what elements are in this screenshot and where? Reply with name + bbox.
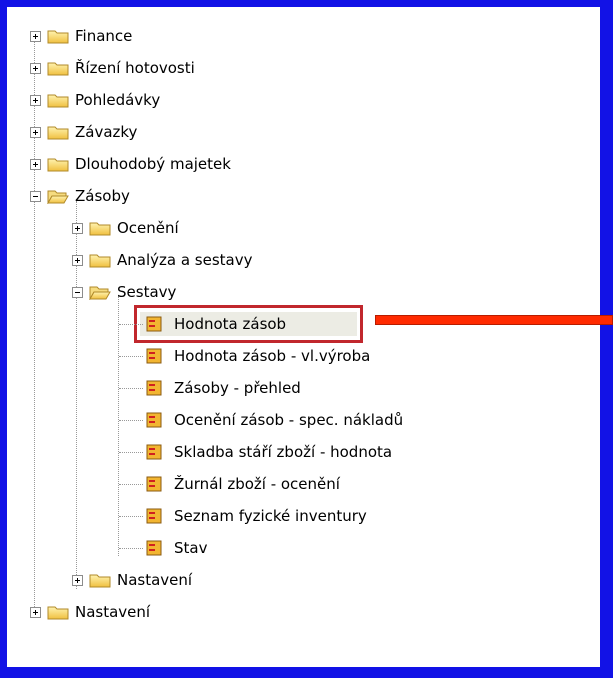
- tree-item-oceneni-zasob-spec-nakladu[interactable]: Ocenění zásob - spec. nákladů: [146, 409, 403, 431]
- folder-closed-icon: [47, 30, 69, 44]
- tree-item-label: Sestavy: [117, 283, 177, 301]
- folder-closed-icon: [89, 222, 111, 236]
- report-icon: [146, 508, 162, 524]
- tree-item-nastaveni[interactable]: Nastavení: [30, 601, 150, 623]
- tree-connector: [119, 548, 143, 549]
- tree-item-label: Dlouhodobý majetek: [75, 155, 231, 173]
- report-icon: [146, 348, 162, 364]
- tree-item-zasoby[interactable]: Zásoby: [30, 185, 130, 207]
- tree-item-label: Seznam fyzické inventury: [174, 507, 367, 525]
- report-icon: [146, 412, 162, 428]
- tree-item-label: Řízení hotovosti: [75, 59, 195, 77]
- tree-item-label: Nastavení: [75, 603, 151, 621]
- folder-closed-icon: [47, 158, 69, 172]
- tree-connector: [119, 420, 143, 421]
- expand-plus-icon[interactable]: [30, 94, 41, 106]
- expand-plus-icon[interactable]: [30, 126, 41, 138]
- tree-item-label: Zásoby: [75, 187, 130, 205]
- tree-connector: [119, 484, 143, 485]
- report-icon: [146, 476, 162, 492]
- tree-item-label: Závazky: [75, 123, 138, 141]
- tree-item-zavazky[interactable]: Závazky: [30, 121, 137, 143]
- folder-open-icon: [89, 286, 111, 300]
- tree-item-stav[interactable]: Stav: [146, 537, 207, 559]
- tree-connector: [119, 452, 143, 453]
- tree-item-dlouhodoby-majetek[interactable]: Dlouhodobý majetek: [30, 153, 231, 175]
- tree-item-rizeni-hotovosti[interactable]: Řízení hotovosti: [30, 57, 195, 79]
- tree-item-label: Ocenění zásob - spec. nákladů: [174, 411, 404, 429]
- tree-item-zasoby-prehled[interactable]: Zásoby - přehled: [146, 377, 301, 399]
- tree-connector: [118, 296, 119, 556]
- tree-item-skladba-stari-zbozi-hodnota[interactable]: Skladba stáří zboží - hodnota: [146, 441, 392, 463]
- expand-plus-icon[interactable]: [30, 606, 41, 618]
- tree-item-oceneni[interactable]: Ocenění: [72, 217, 179, 239]
- tree-item-seznam-fyzicke-inventury[interactable]: Seznam fyzické inventury: [146, 505, 367, 527]
- tree-item-label: Hodnota zásob: [174, 315, 287, 333]
- folder-closed-icon: [47, 126, 69, 140]
- tree-item-label: Stav: [174, 539, 208, 557]
- expand-plus-icon[interactable]: [72, 222, 83, 234]
- tree-connector: [119, 516, 143, 517]
- folder-closed-icon: [47, 62, 69, 76]
- tree-item-hodnota-zasob-vl-vyroba[interactable]: Hodnota zásob - vl.výroba: [146, 345, 370, 367]
- tree-item-label: Finance: [75, 27, 133, 45]
- menu-tree: Finance Řízení hotovosti Pohledávky Záva…: [7, 7, 600, 667]
- tree-connector: [119, 388, 143, 389]
- expand-plus-icon[interactable]: [30, 62, 41, 74]
- tree-item-label: Analýza a sestavy: [117, 251, 253, 269]
- tree-item-label: Nastavení: [117, 571, 193, 589]
- expand-plus-icon[interactable]: [72, 574, 83, 586]
- tree-item-label: Žurnál zboží - ocenění: [174, 475, 340, 493]
- tree-item-label: Zásoby - přehled: [174, 379, 301, 397]
- tree-item-label: Skladba stáří zboží - hodnota: [174, 443, 393, 461]
- folder-closed-icon: [89, 574, 111, 588]
- navigation-pane: Finance Řízení hotovosti Pohledávky Záva…: [7, 7, 600, 667]
- pointer-arrow: [375, 315, 613, 325]
- folder-closed-icon: [89, 254, 111, 268]
- folder-open-icon: [47, 190, 69, 204]
- tree-item-hodnota-zasob[interactable]: Hodnota zásob: [146, 313, 286, 335]
- tree-item-sestavy[interactable]: Sestavy: [72, 281, 176, 303]
- tree-item-label: Pohledávky: [75, 91, 161, 109]
- tree-item-analyza-a-sestavy[interactable]: Analýza a sestavy: [72, 249, 252, 271]
- tree-connector: [119, 356, 143, 357]
- tree-item-pohledavky[interactable]: Pohledávky: [30, 89, 160, 111]
- folder-closed-icon: [47, 94, 69, 108]
- report-icon: [146, 444, 162, 460]
- expand-plus-icon[interactable]: [30, 30, 41, 42]
- tree-item-zurnal-zbozi-oceneni[interactable]: Žurnál zboží - ocenění: [146, 473, 340, 495]
- tree-item-label: Hodnota zásob - vl.výroba: [174, 347, 371, 365]
- expand-plus-icon[interactable]: [30, 158, 41, 170]
- report-icon: [146, 316, 162, 332]
- report-icon: [146, 540, 162, 556]
- tree-item-finance[interactable]: Finance: [30, 25, 132, 47]
- tree-connector: [119, 324, 143, 325]
- collapse-minus-icon[interactable]: [30, 190, 41, 202]
- folder-closed-icon: [47, 606, 69, 620]
- collapse-minus-icon[interactable]: [72, 286, 83, 298]
- report-icon: [146, 380, 162, 396]
- expand-plus-icon[interactable]: [72, 254, 83, 266]
- tree-item-label: Ocenění: [117, 219, 179, 237]
- tree-item-nastaveni-zasoby[interactable]: Nastavení: [72, 569, 192, 591]
